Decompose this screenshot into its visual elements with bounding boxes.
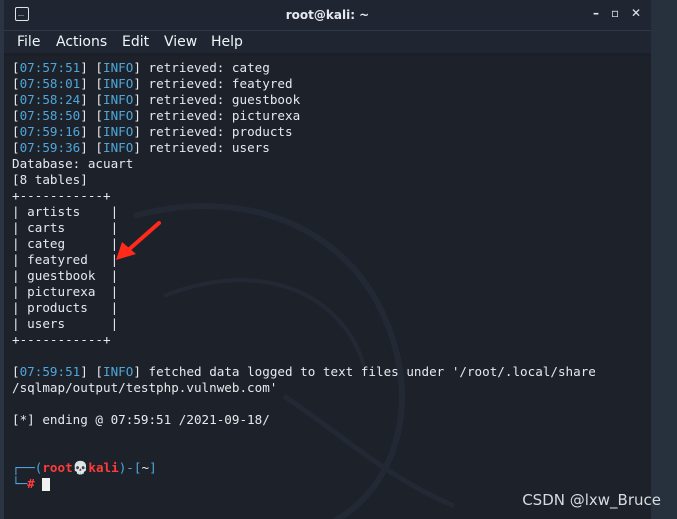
log-line: [07:58:01] [INFO] retrieved: featyred bbox=[12, 76, 293, 91]
window-title: root@kali: ~ bbox=[285, 8, 370, 22]
menu-actions[interactable]: Actions bbox=[56, 34, 107, 50]
log-line: [07:58:50] [INFO] retrieved: picturexa bbox=[12, 108, 301, 123]
table-border-top: +-----------+ bbox=[12, 188, 111, 203]
text-cursor bbox=[42, 478, 51, 491]
fetched-line: [07:59:51] [INFO] fetched data logged to… bbox=[12, 364, 596, 379]
database-line: Database: acuart bbox=[12, 156, 134, 171]
table-border-bottom: +-----------+ bbox=[12, 332, 111, 347]
terminal-window: _ root@kali: ~ – ▫ ✕ File Actions Edit V… bbox=[4, 0, 651, 519]
ending-line: [*] ending @ 07:59:51 /2021-09-18/ bbox=[12, 412, 270, 427]
minimize-button[interactable]: – bbox=[593, 6, 599, 20]
maximize-button[interactable]: ▫ bbox=[611, 6, 619, 20]
table-row: | featyred | bbox=[12, 252, 119, 267]
log-line: [07:58:24] [INFO] retrieved: guestbook bbox=[12, 92, 301, 107]
log-line: [07:57:51] [INFO] retrieved: categ bbox=[12, 60, 270, 75]
close-button[interactable]: ✕ bbox=[631, 6, 641, 20]
menu-edit[interactable]: Edit bbox=[122, 34, 149, 50]
table-row: | products | bbox=[12, 300, 119, 315]
desktop-background-edge bbox=[651, 0, 677, 519]
skull-icon: 💀 bbox=[72, 460, 89, 475]
prompt-line: ┌──(root💀kali)-[~] bbox=[12, 460, 157, 475]
red-arrow-annotation bbox=[116, 221, 161, 260]
menu-view[interactable]: View bbox=[164, 34, 197, 50]
table-count-line: [8 tables] bbox=[12, 172, 88, 187]
table-row: | categ | bbox=[12, 236, 119, 251]
table-row: | guestbook | bbox=[12, 268, 119, 283]
menu-bar: File Actions Edit View Help bbox=[4, 31, 651, 53]
terminal-output[interactable]: [07:57:51] [INFO] retrieved: categ [07:5… bbox=[4, 56, 651, 519]
log-line: [07:59:16] [INFO] retrieved: products bbox=[12, 124, 293, 139]
table-row: | artists | bbox=[12, 204, 119, 219]
log-line: [07:59:36] [INFO] retrieved: users bbox=[12, 140, 270, 155]
prompt-input-line[interactable]: └─# bbox=[12, 476, 596, 492]
csdn-watermark: CSDN @lxw_Bruce bbox=[522, 491, 661, 509]
table-row: | users | bbox=[12, 316, 119, 331]
fetched-path-line: /sqlmap/output/testphp.vulnweb.com' bbox=[12, 380, 278, 395]
table-row: | carts | bbox=[12, 220, 119, 235]
table-row: | picturexa | bbox=[12, 284, 119, 299]
menu-file[interactable]: File bbox=[17, 34, 40, 50]
menu-help[interactable]: Help bbox=[211, 34, 243, 50]
title-bar: _ root@kali: ~ – ▫ ✕ bbox=[4, 0, 651, 31]
